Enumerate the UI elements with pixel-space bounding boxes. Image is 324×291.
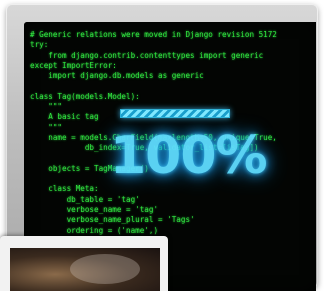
code-line: from django.contrib.contenttypes import … [30, 50, 264, 60]
code-line: ordering = ('name',) [30, 225, 159, 235]
code-line: # Generic relations were moved in Django… [30, 30, 277, 39]
code-line: except ImportError: [30, 60, 117, 70]
progress-percent-label: 100% [110, 126, 268, 186]
progress-fill [121, 110, 229, 117]
code-line: verbose_name_plural = 'Tags' [30, 215, 195, 225]
progress-bar [120, 109, 230, 118]
photo-highlight [70, 254, 140, 284]
code-line: db_table = 'tag' [30, 194, 140, 204]
code-line: try: [30, 40, 49, 50]
photo-image [10, 248, 160, 291]
code-line: class Tag(models.Model): [30, 91, 140, 101]
photo-thumbnail [0, 236, 168, 291]
code-line: verbose_name = 'tag' [30, 205, 159, 215]
code-line: import django.db.models as generic [30, 71, 204, 81]
